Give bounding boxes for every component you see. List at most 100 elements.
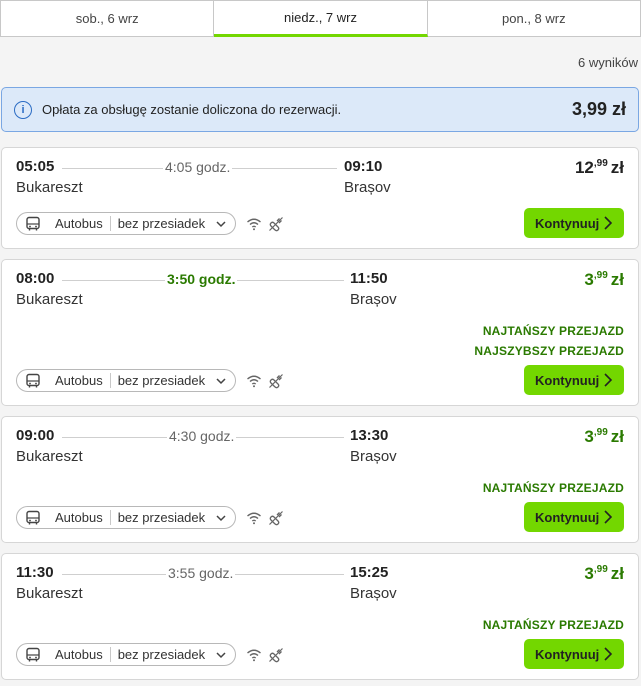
chevron-down-icon [216, 377, 226, 384]
trip-duration: 3:50 godz. [165, 271, 238, 287]
power-socket-icon [269, 648, 283, 663]
departure-time: 09:00 [16, 427, 55, 444]
amenities-dropdown[interactable]: Autobus bez przesiadek [16, 506, 237, 529]
bus-icon [26, 647, 40, 661]
departure-time: 08:00 [16, 270, 55, 287]
price-integer: 3 [584, 270, 594, 289]
price-currency: zł [610, 158, 624, 177]
divider [109, 510, 111, 525]
tab-next-day[interactable]: pon., 8 wrz [427, 0, 641, 37]
bus-icon [26, 373, 40, 387]
continue-button[interactable]: Kontynuuj [524, 639, 624, 669]
fastest-ride-badge: NAJSZYBSZY PRZEJAZD [474, 344, 624, 358]
power-socket-icon [269, 217, 283, 232]
price-integer: 12 [574, 158, 594, 177]
divider [109, 647, 111, 662]
continue-button[interactable]: Kontynuuj [524, 365, 624, 395]
wifi-icon [247, 375, 261, 388]
chevron-down-icon [216, 514, 226, 521]
power-socket-icon [269, 374, 283, 389]
divider [109, 216, 111, 231]
arrival-city: Brașov [350, 291, 397, 308]
arrival-city: Brașov [350, 585, 397, 602]
price-decimal: ,99 [593, 270, 608, 281]
fee-price: 3,99 zł [571, 99, 626, 119]
transport-type: Autobus [55, 373, 103, 388]
transfer-info: bez przesiadek [117, 216, 206, 231]
transport-type: Autobus [55, 647, 103, 662]
ride-price: 3,99 zł [584, 564, 624, 584]
price-decimal: ,99 [593, 427, 608, 438]
divider [109, 373, 111, 388]
ride-card: 09:00 Bukareszt 4:30 godz. 13:30 Brașov … [1, 416, 639, 543]
price-integer: 3 [584, 564, 594, 583]
info-icon: i [14, 100, 32, 119]
chevron-down-icon [216, 651, 226, 658]
trip-duration: 4:30 godz. [167, 428, 237, 444]
date-tabs: sob., 6 wrz niedz., 7 wrz pon., 8 wrz [0, 0, 641, 37]
chevron-right-icon [604, 647, 613, 661]
wifi-icon [247, 218, 261, 231]
arrival-time: 09:10 [344, 158, 383, 175]
ride-card: 11:30 Bukareszt 3:55 godz. 15:25 Brașov … [1, 553, 639, 680]
ride-price: 3,99 zł [584, 427, 624, 447]
ride-card: 05:05 Bukareszt 4:05 godz. 09:10 Brașov … [1, 147, 639, 249]
transfer-info: bez przesiadek [117, 373, 206, 388]
price-currency: zł [610, 270, 624, 289]
cheapest-ride-badge: NAJTAŃSZY PRZEJAZD [482, 324, 624, 338]
trip-duration: 3:55 godz. [166, 565, 236, 581]
power-socket-icon [269, 511, 283, 526]
bus-icon [26, 216, 40, 230]
price-currency: zł [610, 427, 624, 446]
continue-label: Kontynuuj [535, 509, 600, 525]
arrival-time: 15:25 [350, 564, 389, 581]
departure-time: 05:05 [16, 158, 55, 175]
continue-label: Kontynuuj [535, 372, 600, 388]
transport-type: Autobus [55, 510, 103, 525]
arrival-city: Brașov [344, 179, 391, 196]
transfer-info: bez przesiadek [117, 510, 206, 525]
trip-duration: 4:05 godz. [163, 159, 233, 175]
amenities-dropdown[interactable]: Autobus bez przesiadek [16, 369, 237, 392]
amenities-dropdown[interactable]: Autobus bez przesiadek [16, 643, 237, 666]
cheapest-ride-badge: NAJTAŃSZY PRZEJAZD [482, 618, 624, 632]
ride-features [246, 373, 284, 389]
continue-label: Kontynuuj [535, 646, 600, 662]
chevron-right-icon [604, 373, 613, 387]
price-decimal: ,99 [593, 564, 608, 575]
ride-features [246, 216, 284, 232]
continue-button[interactable]: Kontynuuj [524, 502, 624, 532]
chevron-down-icon [216, 220, 226, 227]
service-fee-notice: i Opłata za obsługę zostanie doliczona d… [1, 87, 639, 132]
ride-card: 08:00 Bukareszt 3:50 godz. 11:50 Brașov … [1, 259, 639, 406]
continue-label: Kontynuuj [535, 215, 600, 231]
chevron-right-icon [604, 510, 613, 524]
transfer-info: bez przesiadek [117, 647, 206, 662]
departure-city: Bukareszt [16, 448, 83, 465]
arrival-city: Brașov [350, 448, 397, 465]
transport-type: Autobus [55, 216, 103, 231]
departure-city: Bukareszt [16, 585, 83, 602]
cheapest-ride-badge: NAJTAŃSZY PRZEJAZD [482, 481, 624, 495]
tab-prev-day[interactable]: sob., 6 wrz [0, 0, 215, 37]
chevron-right-icon [604, 216, 613, 230]
ride-price: 12,99 zł [575, 158, 624, 178]
amenities-dropdown[interactable]: Autobus bez przesiadek [16, 212, 237, 235]
wifi-icon [247, 649, 261, 662]
ride-price: 3,99 zł [584, 270, 624, 290]
fee-notice-text: Opłata za obsługę zostanie doliczona do … [42, 102, 342, 117]
tab-selected-day[interactable]: niedz., 7 wrz [214, 0, 428, 37]
price-currency: zł [610, 564, 624, 583]
ride-features [246, 510, 284, 526]
price-decimal: ,99 [593, 158, 608, 169]
ride-features [246, 647, 284, 663]
departure-time: 11:30 [16, 564, 54, 581]
departure-city: Bukareszt [16, 179, 83, 196]
departure-city: Bukareszt [16, 291, 83, 308]
wifi-icon [247, 512, 261, 525]
arrival-time: 11:50 [350, 270, 388, 287]
results-count: 6 wyników [578, 55, 638, 70]
continue-button[interactable]: Kontynuuj [524, 208, 624, 238]
bus-icon [26, 510, 40, 524]
price-integer: 3 [584, 427, 594, 446]
